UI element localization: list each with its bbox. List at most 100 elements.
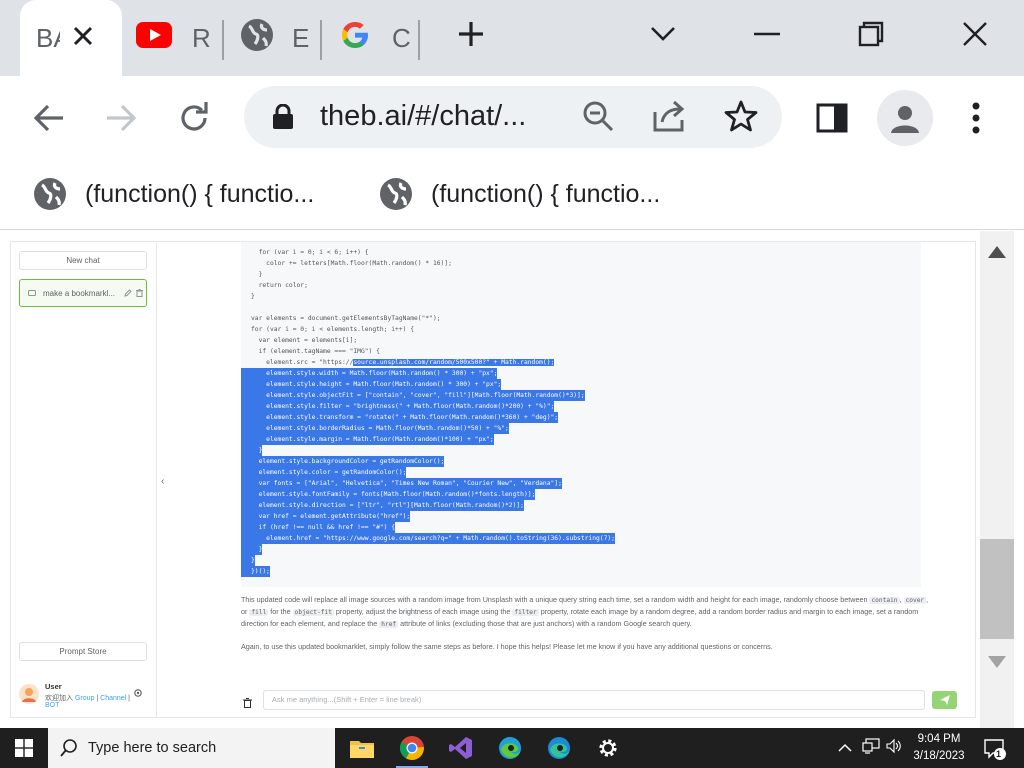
code-line: }: [241, 555, 255, 566]
globe-icon: [380, 178, 412, 210]
chrome-app[interactable]: [388, 728, 436, 768]
scroll-thumb[interactable]: [980, 539, 1014, 639]
message-paragraph: This updated code will replace all image…: [241, 594, 931, 631]
bookmark-item[interactable]: (function() { functio...: [379, 172, 660, 216]
side-panel-button[interactable]: [804, 90, 860, 146]
tab-globe[interactable]: E: [240, 0, 312, 76]
zoom-icon[interactable]: [582, 100, 614, 137]
page-scrollbar[interactable]: [980, 231, 1014, 728]
forward-button[interactable]: [93, 90, 149, 146]
chat-app: New chat make a bookmarkl... Prompt Stor…: [10, 241, 976, 718]
edge-beta-icon: [548, 737, 570, 759]
network-icon[interactable]: [862, 738, 880, 759]
close-window-button[interactable]: [950, 12, 1000, 56]
code-line: element.style.borderRadius = Math.floor(…: [241, 423, 509, 434]
tab-close-icon[interactable]: [72, 23, 94, 54]
minimize-button[interactable]: [742, 12, 792, 56]
visual-studio-icon: [449, 737, 472, 759]
bookmark-item[interactable]: (function() { functio...: [33, 172, 314, 216]
taskbar-search[interactable]: Type here to search: [48, 728, 335, 768]
prompt-store-button[interactable]: Prompt Store: [19, 642, 147, 661]
windows-logo-icon: [15, 739, 33, 757]
tab-active[interactable]: BA: [20, 0, 122, 76]
notification-count: 1: [996, 749, 1002, 759]
code-line: var href = element.getAttribute("href");: [241, 511, 411, 522]
settings-gear-icon[interactable]: [133, 688, 143, 700]
tab-title: E: [292, 22, 310, 53]
edge-app[interactable]: [486, 728, 534, 768]
user-name: User: [45, 682, 62, 691]
system-clock[interactable]: 9:04 PM 3/18/2023: [906, 731, 972, 765]
text-span: for the: [268, 607, 293, 617]
scroll-down-icon[interactable]: [988, 655, 1006, 673]
inline-code: fill: [249, 609, 269, 617]
chat-item-title: make a bookmarkl...: [43, 288, 116, 298]
chrome-icon: [400, 736, 424, 760]
start-button[interactable]: [0, 728, 48, 768]
url-text[interactable]: theb.ai/#/chat/...: [320, 100, 526, 133]
avatar[interactable]: [19, 684, 39, 706]
reload-button[interactable]: [166, 90, 222, 146]
chat-input-row: Ask me anything...(Shift + Enter = line …: [236, 690, 966, 712]
code-line: element.href = "https://www.google.com/s…: [241, 533, 615, 544]
menu-button[interactable]: [948, 90, 1004, 146]
profile-button[interactable]: [877, 90, 933, 146]
chat-bubble-icon: [28, 289, 36, 296]
restore-icon: [858, 21, 884, 47]
chevron-down-icon: [651, 27, 675, 41]
plus-icon: [459, 22, 483, 46]
profile-icon: [891, 106, 919, 133]
bookmark-star-icon[interactable]: [724, 100, 758, 137]
user-welcome-text: 欢迎加入: [45, 695, 73, 702]
new-chat-button[interactable]: New chat: [19, 251, 147, 270]
chevron-up-icon[interactable]: [838, 740, 852, 758]
send-button[interactable]: [932, 691, 957, 709]
restore-button[interactable]: [846, 12, 896, 56]
chat-history-item[interactable]: make a bookmarkl...: [19, 279, 147, 307]
settings-app[interactable]: [584, 728, 632, 768]
tab-google[interactable]: C: [338, 0, 414, 76]
search-placeholder: Type here to search: [88, 740, 217, 756]
file-explorer-app[interactable]: [338, 728, 386, 768]
lock-icon[interactable]: [272, 103, 294, 135]
code-line: element.style.objectFit = ["contain", "c…: [241, 390, 585, 401]
scroll-up-icon[interactable]: [988, 245, 1006, 263]
globe-icon: [34, 178, 66, 210]
code-line: element.style.filter = "brightness(" + M…: [241, 401, 555, 412]
notification-icon[interactable]: [984, 738, 1006, 765]
code-line: return color;: [251, 282, 308, 289]
google-icon: [338, 18, 372, 59]
new-tab-button[interactable]: [446, 12, 496, 56]
code-line: element.style.fontFamily = fonts[Math.fl…: [241, 489, 536, 500]
volume-icon[interactable]: [886, 738, 902, 759]
text-span: attribute of links (excluding those that…: [398, 619, 692, 629]
text-span: This updated code will replace all image…: [241, 595, 870, 604]
inline-code: contain: [869, 597, 900, 604]
collapse-sidebar-icon[interactable]: ‹: [161, 476, 164, 487]
tab-youtube[interactable]: R: [136, 0, 216, 76]
folder-icon: [350, 741, 374, 758]
code-line: var element = elements[i];: [251, 337, 358, 344]
channel-link[interactable]: Channel: [100, 695, 126, 702]
bot-link[interactable]: BOT: [45, 702, 59, 709]
trash-icon[interactable]: [243, 695, 252, 713]
edit-icon[interactable]: [124, 289, 132, 299]
message-paragraph: Again, to use this updated bookmarklet, …: [241, 641, 773, 651]
edge-beta-app[interactable]: [535, 728, 583, 768]
code-line: element.style.width = Math.floor(Math.ra…: [241, 368, 498, 379]
address-bar[interactable]: theb.ai/#/chat/...: [244, 86, 782, 148]
windows-taskbar: Type here to search 9:04 PM 3/18/2023 1: [0, 728, 1024, 768]
arrow-right-icon: [107, 104, 137, 132]
share-icon[interactable]: [652, 100, 688, 137]
delete-icon[interactable]: [136, 289, 143, 299]
code-line: if (href !== null && href !== "#") {: [241, 522, 396, 533]
back-button[interactable]: [21, 90, 77, 146]
settings-gear-icon: [599, 739, 617, 757]
send-icon: [939, 695, 950, 705]
chat-input[interactable]: Ask me anything...(Shift + Enter = line …: [263, 690, 925, 710]
chat-main: for (var i = 0; i < 6; i++) { color += l…: [171, 242, 975, 717]
tab-search-button[interactable]: [638, 12, 688, 56]
visual-studio-app[interactable]: [437, 728, 485, 768]
group-link[interactable]: Group: [75, 695, 94, 702]
code-text: element.src = "https://: [251, 359, 354, 366]
